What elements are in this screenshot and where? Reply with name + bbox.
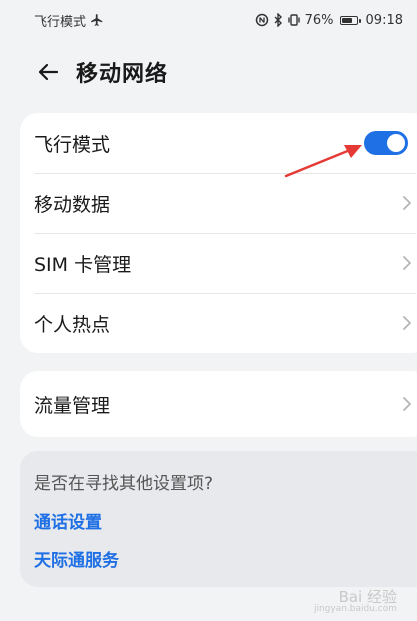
airplane-icon — [90, 13, 104, 27]
mobile-data-row[interactable]: 移动数据 — [20, 173, 417, 233]
back-button[interactable] — [26, 50, 70, 94]
airplane-mode-row[interactable]: 飞行模式 — [20, 113, 417, 173]
sim-management-label: SIM 卡管理 — [34, 253, 132, 276]
airplane-mode-label: 飞行模式 — [34, 133, 111, 156]
chevron-right-icon — [402, 255, 412, 271]
page-title: 移动网络 — [76, 62, 169, 87]
bluetooth-icon — [273, 13, 283, 27]
status-bar: 飞行模式 76% 09:18 — [0, 0, 417, 40]
page-header: 移动网络 — [0, 48, 417, 96]
chevron-right-icon — [402, 195, 412, 211]
call-settings-link[interactable]: 通话设置 — [34, 508, 417, 533]
mobile-data-label: 移动数据 — [34, 193, 111, 216]
skytone-service-link[interactable]: 天际通服务 — [34, 546, 417, 571]
baidu-watermark: Bai 经验 jingyan.baidu.com — [314, 586, 397, 614]
status-time: 09:18 — [365, 12, 403, 28]
traffic-management-label: 流量管理 — [34, 394, 111, 417]
back-arrow-icon — [38, 63, 59, 81]
battery-percent: 76% — [304, 12, 334, 28]
vibrate-icon — [287, 13, 301, 27]
hotspot-label: 个人热点 — [34, 313, 111, 336]
battery-fill — [341, 17, 353, 23]
hint-question: 是否在寻找其他设置项? — [34, 474, 214, 494]
airplane-mode-toggle[interactable] — [364, 131, 408, 155]
chevron-right-icon — [402, 315, 412, 331]
other-settings-hint-card: 是否在寻找其他设置项? 通话设置 天际通服务 — [20, 451, 417, 587]
toggle-knob — [387, 134, 405, 152]
nfc-icon — [255, 13, 269, 27]
status-mode-label: 飞行模式 — [34, 14, 87, 30]
watermark-sub: jingyan.baidu.com — [313, 604, 397, 614]
status-bar-right: 76% 09:18 — [255, 13, 403, 28]
chevron-right-icon — [402, 396, 412, 412]
traffic-card: 流量管理 — [20, 371, 417, 437]
main-settings-card: 飞行模式 移动数据 SIM 卡管理 个人热点 — [20, 113, 417, 353]
battery-icon — [339, 15, 361, 25]
sim-management-row[interactable]: SIM 卡管理 — [20, 233, 417, 293]
hotspot-row[interactable]: 个人热点 — [20, 293, 417, 353]
traffic-management-row[interactable]: 流量管理 — [20, 371, 417, 437]
status-bar-left: 飞行模式 — [34, 11, 104, 30]
